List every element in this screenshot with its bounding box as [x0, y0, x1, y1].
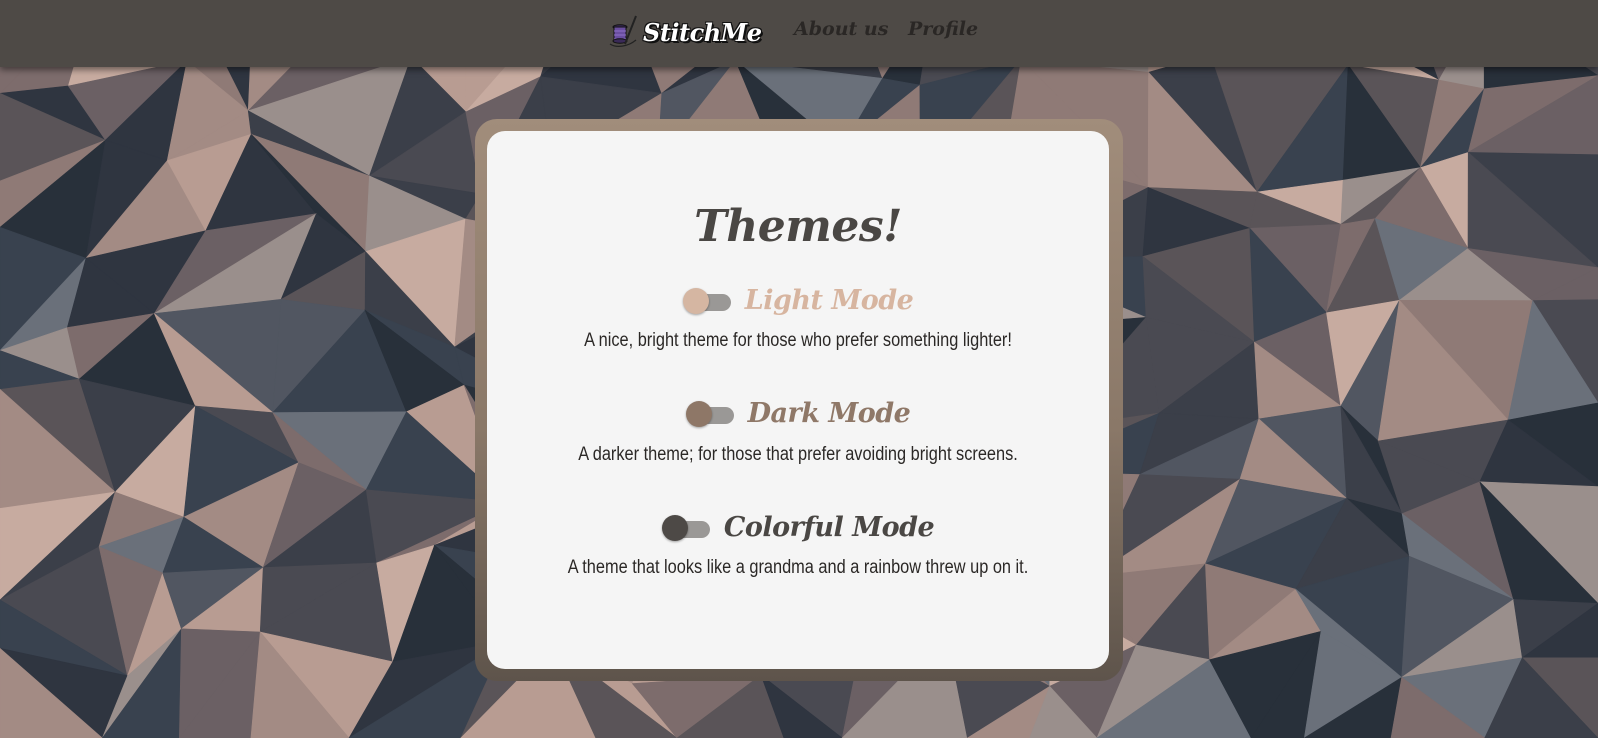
theme-row-light: Light Mode	[487, 282, 1109, 318]
theme-row-colorful: Colorful Mode	[487, 509, 1109, 545]
navbar: StitchMe About us Profile	[0, 0, 1598, 67]
themes-card: Themes! Light Mode A nice, bright theme …	[487, 131, 1109, 669]
light-mode-description: A nice, bright theme for those who prefe…	[584, 330, 1012, 351]
colorful-mode-toggle[interactable]	[661, 513, 710, 541]
dark-mode-label: Dark Mode	[747, 397, 911, 429]
toggle-knob	[661, 515, 688, 541]
brand-logo[interactable]: StitchMe	[606, 14, 762, 50]
spool-needle-icon	[609, 15, 637, 47]
themes-card-frame: Themes! Light Mode A nice, bright theme …	[475, 119, 1123, 681]
light-mode-toggle[interactable]	[682, 286, 731, 314]
dark-mode-description: A darker theme; for those that prefer av…	[578, 444, 1018, 465]
page-title: Themes!	[694, 201, 902, 252]
light-mode-label: Light Mode	[744, 284, 914, 316]
toggle-knob	[682, 288, 709, 314]
colorful-mode-label: Colorful Mode	[723, 511, 935, 543]
toggle-knob	[685, 401, 712, 427]
theme-row-dark: Dark Mode	[487, 395, 1109, 431]
brand-name: StitchMe	[643, 17, 762, 47]
colorful-mode-description: A theme that looks like a grandma and a …	[567, 557, 1029, 578]
nav-link-profile[interactable]: Profile	[908, 18, 978, 40]
dark-mode-toggle[interactable]	[685, 399, 734, 427]
nav-link-about-us[interactable]: About us	[794, 18, 888, 40]
